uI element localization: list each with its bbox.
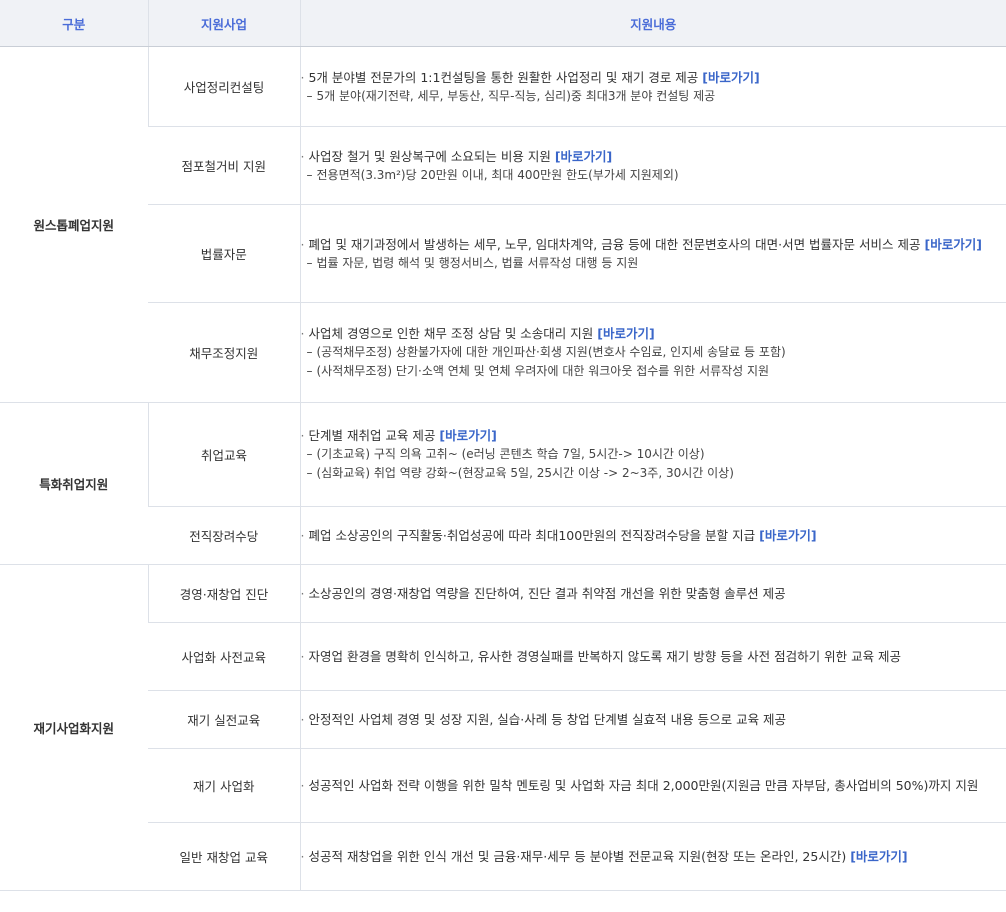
content-main-line: · 성공적인 사업화 전략 이행을 위한 밀착 멘토링 및 사업화 자금 최대 2… [301, 776, 1006, 795]
program-name-cell: 점포철거비 지원 [148, 126, 300, 205]
shortcut-link[interactable]: [바로가기] [759, 528, 816, 543]
content-main-text: 사업체 경영으로 인한 채무 조정 상담 및 소송대리 지원 [308, 326, 594, 341]
program-name-cell: 취업교육 [147, 402, 300, 507]
sub-dash: – [306, 345, 313, 359]
content-cell: · 소상공인의 경영·재창업 역량을 진단하여, 진단 결과 취약점 개선을 위한… [299, 564, 1006, 623]
content-main-line: · 사업체 경영으로 인한 채무 조정 상담 및 소송대리 지원 [바로가기] [301, 324, 1006, 343]
content-cell: · 폐업 및 재기과정에서 발생하는 세무, 노무, 임대차계약, 금융 등에 대… [299, 204, 1006, 303]
category-cell: 특화취업지원 [0, 402, 148, 565]
content-main-text: 5개 분야별 전문가의 1:1컨설팅을 통한 원활한 사업정리 및 재기 경로 … [308, 69, 699, 85]
content-sub-text: 전용면적(3.3m²)당 20만원 이내, 최대 400만원 한도(부가세 지원… [316, 167, 679, 182]
sub-dash: – [306, 88, 313, 103]
shortcut-link[interactable]: [바로가기] [850, 849, 907, 864]
content-cell: · 사업체 경영으로 인한 채무 조정 상담 및 소송대리 지원 [바로가기] –(… [299, 302, 1006, 403]
category-cell: 원스톱폐업지원 [0, 46, 148, 403]
table-row: 점포철거비 지원 · 사업장 철거 및 원상복구에 소요되는 비용 지원 [바로가기… [0, 126, 1006, 205]
content-sub-line: – (기초교육) 구직 의욕 고취~ (e러닝 콘텐츠 학습 7일, 5시간-> … [301, 445, 1006, 464]
shortcut-link[interactable]: [바로가기] [439, 428, 496, 443]
shortcut-link[interactable]: [바로가기] [597, 326, 654, 341]
shortcut-link[interactable]: [바로가기] [555, 149, 612, 164]
sub-dash: – [306, 447, 313, 461]
table-body: 원스톱폐업지원 사업정리컨설팅 · 5개 분야별 전문가의 1:1컨설팅을 통한 원활… [0, 46, 1006, 891]
content-sub-text: (심화교육) 취업 역량 강화~(현장교육 5일, 25시간 이상 -> 2~3… [316, 466, 734, 480]
table-row: 법률자문 · 폐업 및 재기과정에서 발생하는 세무, 노무, 임대차계약, 금융 … [0, 204, 1006, 303]
content-main-text: 자영업 환경을 명확히 인식하고, 유사한 경영실패를 반복하지 않도록 재기 … [308, 649, 902, 664]
header-content: 지원내용 [299, 0, 1006, 47]
program-name-cell: 일반 재창업 교육 [148, 822, 300, 891]
table-row: 재기사업화지원 경영·재창업 진단 · 소상공인의 경영·재창업 역량을 진단하여, … [0, 564, 1006, 891]
content-cell: · 5개 분야별 전문가의 1:1컨설팅을 통한 원활한 사업정리 및 재기 경로… [299, 46, 1006, 127]
table-row: 전직장려수당 · 폐업 소상공인의 구직활동·취업성공에 따라 최대100만원의 전… [0, 506, 1006, 565]
program-name-cell: 사업정리컨설팅 [147, 46, 300, 127]
table-row: 재기 사업화 · 성공적인 사업화 전략 이행을 위한 밀착 멘토링 및 사업화 자… [0, 748, 1006, 823]
program-name-cell: 채무조정지원 [148, 302, 300, 403]
content-sub-line: –5개 분야(재기전략, 세무, 부동산, 직무-직능, 심리)중 최대3개 분… [301, 87, 1006, 106]
content-main-line: · 폐업 소상공인의 구직활동·취업성공에 따라 최대100만원의 전직장려수당을… [301, 526, 1006, 545]
content-sub-text: (기초교육) 구직 의욕 고취~ (e러닝 콘텐츠 학습 7일, 5시간-> 1… [316, 447, 705, 461]
content-main-text: 단계별 재취업 교육 제공 [308, 428, 436, 443]
table-row: 원스톱폐업지원 사업정리컨설팅 · 5개 분야별 전문가의 1:1컨설팅을 통한 원활… [0, 46, 1006, 403]
content-main-line: · 사업장 철거 및 원상복구에 소요되는 비용 지원 [바로가기] [301, 147, 1006, 166]
program-name-cell: 전직장려수당 [148, 506, 300, 565]
content-cell: · 안정적인 사업체 경영 및 성장 지원, 실습·사례 등 창업 단계별 실효적… [299, 690, 1006, 749]
header-category: 구분 [0, 0, 148, 47]
table-row: 사업화 사전교육 · 자영업 환경을 명확히 인식하고, 유사한 경영실패를 반복하… [0, 622, 1006, 691]
program-name-cell: 법률자문 [148, 204, 300, 303]
sub-dash: – [306, 255, 313, 270]
content-sub-text: 5개 분야(재기전략, 세무, 부동산, 직무-직능, 심리)중 최대3개 분야… [316, 88, 716, 103]
content-main-text: 폐업 소상공인의 구직활동·취업성공에 따라 최대100만원의 전직장려수당을 … [308, 528, 756, 543]
content-main-line: · 자영업 환경을 명확히 인식하고, 유사한 경영실패를 반복하지 않도록 재기… [301, 647, 1006, 666]
content-main-line: · 5개 분야별 전문가의 1:1컨설팅을 통한 원활한 사업정리 및 재기 경로… [301, 68, 1006, 87]
category-cell: 재기사업화지원 [0, 564, 148, 891]
content-sub-text: 법률 자문, 법령 해석 및 행정서비스, 법률 서류작성 대행 등 지원 [316, 255, 639, 270]
content-sub-line: – 전용면적(3.3m²)당 20만원 이내, 최대 400만원 한도(부가세 지… [301, 166, 1006, 185]
content-sub-line: – (공적채무조정) 상환불가자에 대한 개인파산·회생 지원(변호사 수임료, … [301, 343, 1006, 362]
shortcut-link[interactable]: [바로가기] [702, 70, 759, 85]
program-name-cell: 경영·재창업 진단 [147, 564, 300, 623]
table-header-row: 구분 지원사업 지원내용 [0, 0, 1006, 47]
table-row: 재기 실전교육 · 안정적인 사업체 경영 및 성장 지원, 실습·사례 등 창업 … [0, 690, 1006, 749]
content-sub-text: (사적채무조정) 단기·소액 연체 및 연체 우려자에 대한 워크아웃 접수를 … [316, 364, 770, 378]
table-row: 일반 재창업 교육 · 성공적 재창업을 위한 인식 개선 및 금융·재무·세무 등… [0, 822, 1006, 891]
content-main-line: · 폐업 및 재기과정에서 발생하는 세무, 노무, 임대차계약, 금융 등에 대… [301, 235, 1006, 254]
shortcut-link[interactable]: [바로가기] [925, 237, 982, 252]
content-cell: · 성공적 재창업을 위한 인식 개선 및 금융·재무·세무 등 분야별 전문교육… [299, 822, 1006, 891]
table-row: 특화취업지원 취업교육 · 단계별 재취업 교육 제공 [바로가기] – (기초교육) 구… [0, 402, 1006, 565]
content-main-line: · 안정적인 사업체 경영 및 성장 지원, 실습·사례 등 창업 단계별 실효적… [301, 710, 1006, 729]
content-sub-line: – (사적채무조정) 단기·소액 연체 및 연체 우려자에 대한 워크아웃 접수를… [301, 362, 1006, 381]
content-main-text: 성공적 재창업을 위한 인식 개선 및 금융·재무·세무 등 분야별 전문교육 … [308, 849, 847, 864]
content-main-text: 폐업 및 재기과정에서 발생하는 세무, 노무, 임대차계약, 금융 등에 대한… [308, 236, 921, 252]
content-sub-line: – (심화교육) 취업 역량 강화~(현장교육 5일, 25시간 이상 -> 2~… [301, 464, 1006, 483]
program-name-cell: 사업화 사전교육 [148, 622, 300, 691]
table-row: 채무조정지원 · 사업체 경영으로 인한 채무 조정 상담 및 소송대리 지원 [바… [0, 302, 1006, 403]
content-main-line: · 소상공인의 경영·재창업 역량을 진단하여, 진단 결과 취약점 개선을 위한… [301, 584, 1006, 603]
content-main-text: 성공적인 사업화 전략 이행을 위한 밀착 멘토링 및 사업화 자금 최대 2,… [308, 778, 979, 793]
content-main-text: 소상공인의 경영·재창업 역량을 진단하여, 진단 결과 취약점 개선을 위한 … [308, 586, 786, 601]
content-cell: · 자영업 환경을 명확히 인식하고, 유사한 경영실패를 반복하지 않도록 재기… [299, 622, 1006, 691]
content-cell: · 폐업 소상공인의 구직활동·취업성공에 따라 최대100만원의 전직장려수당을… [299, 506, 1006, 565]
content-main-text: 사업장 철거 및 원상복구에 소요되는 비용 지원 [308, 148, 551, 164]
support-program-table: 구분 지원사업 지원내용 원스톱폐업지원 사업정리컨설팅 · 5개 분야별 전문가의 … [0, 0, 1006, 891]
content-main-line: · 단계별 재취업 교육 제공 [바로가기] [301, 426, 1006, 445]
program-name-cell: 재기 사업화 [148, 748, 300, 823]
program-name-cell: 재기 실전교육 [148, 690, 300, 749]
sub-dash: – [306, 167, 313, 182]
content-main-line: · 성공적 재창업을 위한 인식 개선 및 금융·재무·세무 등 분야별 전문교육… [301, 847, 1006, 866]
content-cell: · 사업장 철거 및 원상복구에 소요되는 비용 지원 [바로가기] – 전용면적(3… [299, 126, 1006, 205]
sub-dash: – [306, 364, 313, 378]
content-sub-text: (공적채무조정) 상환불가자에 대한 개인파산·회생 지원(변호사 수임료, 인… [316, 345, 786, 359]
content-main-text: 안정적인 사업체 경영 및 성장 지원, 실습·사례 등 창업 단계별 실효적 … [308, 712, 787, 727]
content-cell: · 단계별 재취업 교육 제공 [바로가기] – (기초교육) 구직 의욕 고취~ (… [299, 402, 1006, 507]
sub-dash: – [306, 466, 313, 480]
content-sub-line: – 법률 자문, 법령 해석 및 행정서비스, 법률 서류작성 대행 등 지원 [301, 254, 1006, 273]
header-program: 지원사업 [147, 0, 300, 47]
content-cell: · 성공적인 사업화 전략 이행을 위한 밀착 멘토링 및 사업화 자금 최대 2… [299, 748, 1006, 823]
